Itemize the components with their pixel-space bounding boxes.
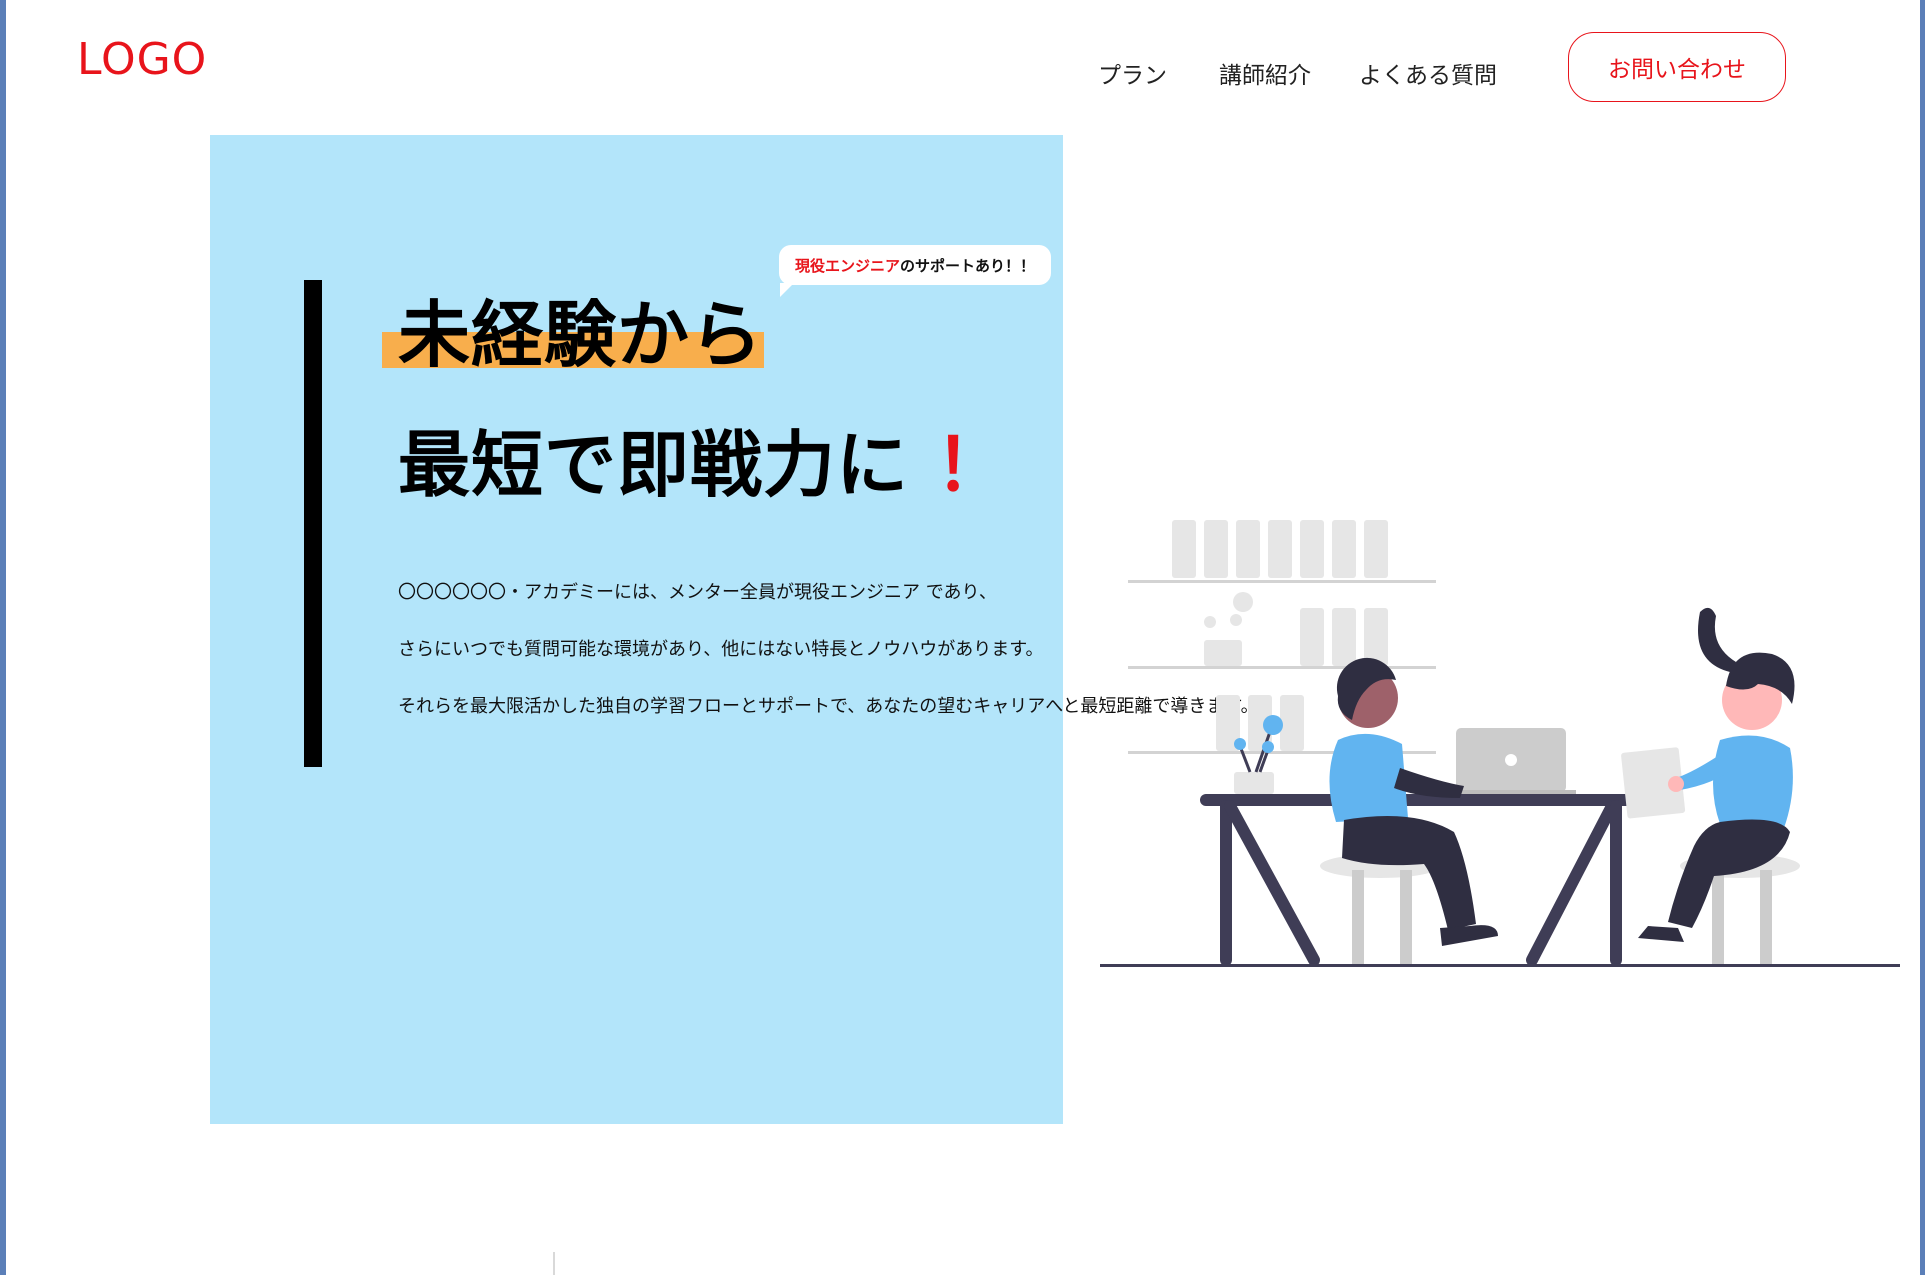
hero-body-line-2: さらにいつでも質問可能な環境があり、他にはない特長とノウハウがあります。 — [398, 639, 1044, 660]
bubble-text: のサポートあり！！ — [900, 256, 1036, 275]
bubble-accent-text: 現役エンジニア — [794, 256, 900, 275]
nav-item-instructors[interactable]: 講師紹介 — [1219, 56, 1311, 90]
shelf-unit — [1128, 520, 1436, 754]
hero-accent-bar — [304, 280, 322, 767]
window-frame-right — [1920, 0, 1925, 1275]
nav-item-faq[interactable]: よくある質問 — [1359, 56, 1497, 90]
speech-bubble-tail — [780, 283, 794, 297]
nav-item-plan[interactable]: プラン — [1098, 56, 1167, 90]
hero-body-line-1: 〇〇〇〇〇〇・アカデミーには、メンター全員が現役エンジニア であり、 — [398, 582, 997, 603]
hero-headline-line2: 最短で即戦力に ！ — [398, 406, 1008, 511]
site-logo[interactable]: LOGO — [77, 34, 207, 85]
section-divider-tick — [553, 1252, 555, 1275]
window-frame-left — [0, 0, 6, 1275]
support-speech-bubble: 現役エンジニア のサポートあり！！ — [779, 245, 1051, 285]
contact-button[interactable]: お問い合わせ — [1568, 32, 1786, 102]
people-working-at-desk-illustration — [1100, 520, 1900, 967]
hero-headline-line1: 未経験から — [398, 293, 764, 377]
exclamation-mark: ！ — [935, 423, 1009, 507]
hero-headline-line2-text: 最短で即戦力に — [398, 423, 910, 507]
